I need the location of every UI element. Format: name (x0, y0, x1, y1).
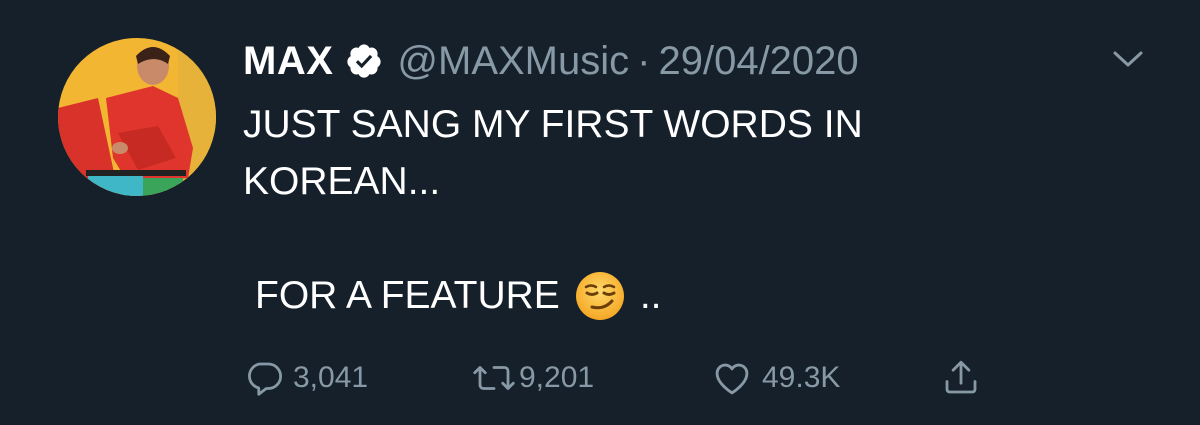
tweet-text-segment: .. (639, 274, 662, 317)
tweet-text: JUST SANG MY FIRST WORDS IN KOREAN... FO… (243, 96, 1143, 324)
verified-badge-icon (345, 42, 383, 80)
reply-icon (243, 357, 285, 399)
reply-count: 3,041 (293, 361, 369, 394)
avatar-image (58, 38, 216, 196)
retweet-icon (471, 357, 517, 399)
heart-icon (710, 357, 754, 399)
chevron-down-icon[interactable] (1110, 44, 1146, 74)
tweet-header: MAX @MAXMusic · 29/04/2020 (243, 36, 859, 86)
tweet-date[interactable]: 29/04/2020 (658, 39, 858, 84)
tweet-text-line: JUST SANG MY FIRST WORDS IN (243, 103, 863, 146)
user-handle[interactable]: @MAXMusic (397, 39, 629, 84)
like-button[interactable]: 49.3K (710, 355, 840, 401)
like-count: 49.3K (762, 361, 841, 394)
share-button[interactable] (938, 355, 984, 401)
retweet-count: 9,201 (519, 361, 595, 394)
separator-dot: · (637, 38, 651, 83)
avatar[interactable] (58, 38, 216, 196)
tweet-card[interactable]: MAX @MAXMusic · 29/04/2020 JUST SANG MY … (0, 0, 1200, 425)
reply-button[interactable]: 3,041 (243, 355, 368, 401)
smirking-face-emoji-icon (574, 270, 626, 322)
share-icon (938, 357, 984, 399)
retweet-button[interactable]: 9,201 (471, 355, 594, 401)
display-name[interactable]: MAX (243, 39, 333, 84)
tweet-text-line: KOREAN... (243, 160, 441, 203)
tweet-text-segment: FOR A FEATURE (255, 274, 560, 317)
tweet-text-line: FOR A FEATURE .. (243, 267, 1143, 324)
tweet-actions: 3,041 9,201 49.3K (243, 355, 1003, 401)
